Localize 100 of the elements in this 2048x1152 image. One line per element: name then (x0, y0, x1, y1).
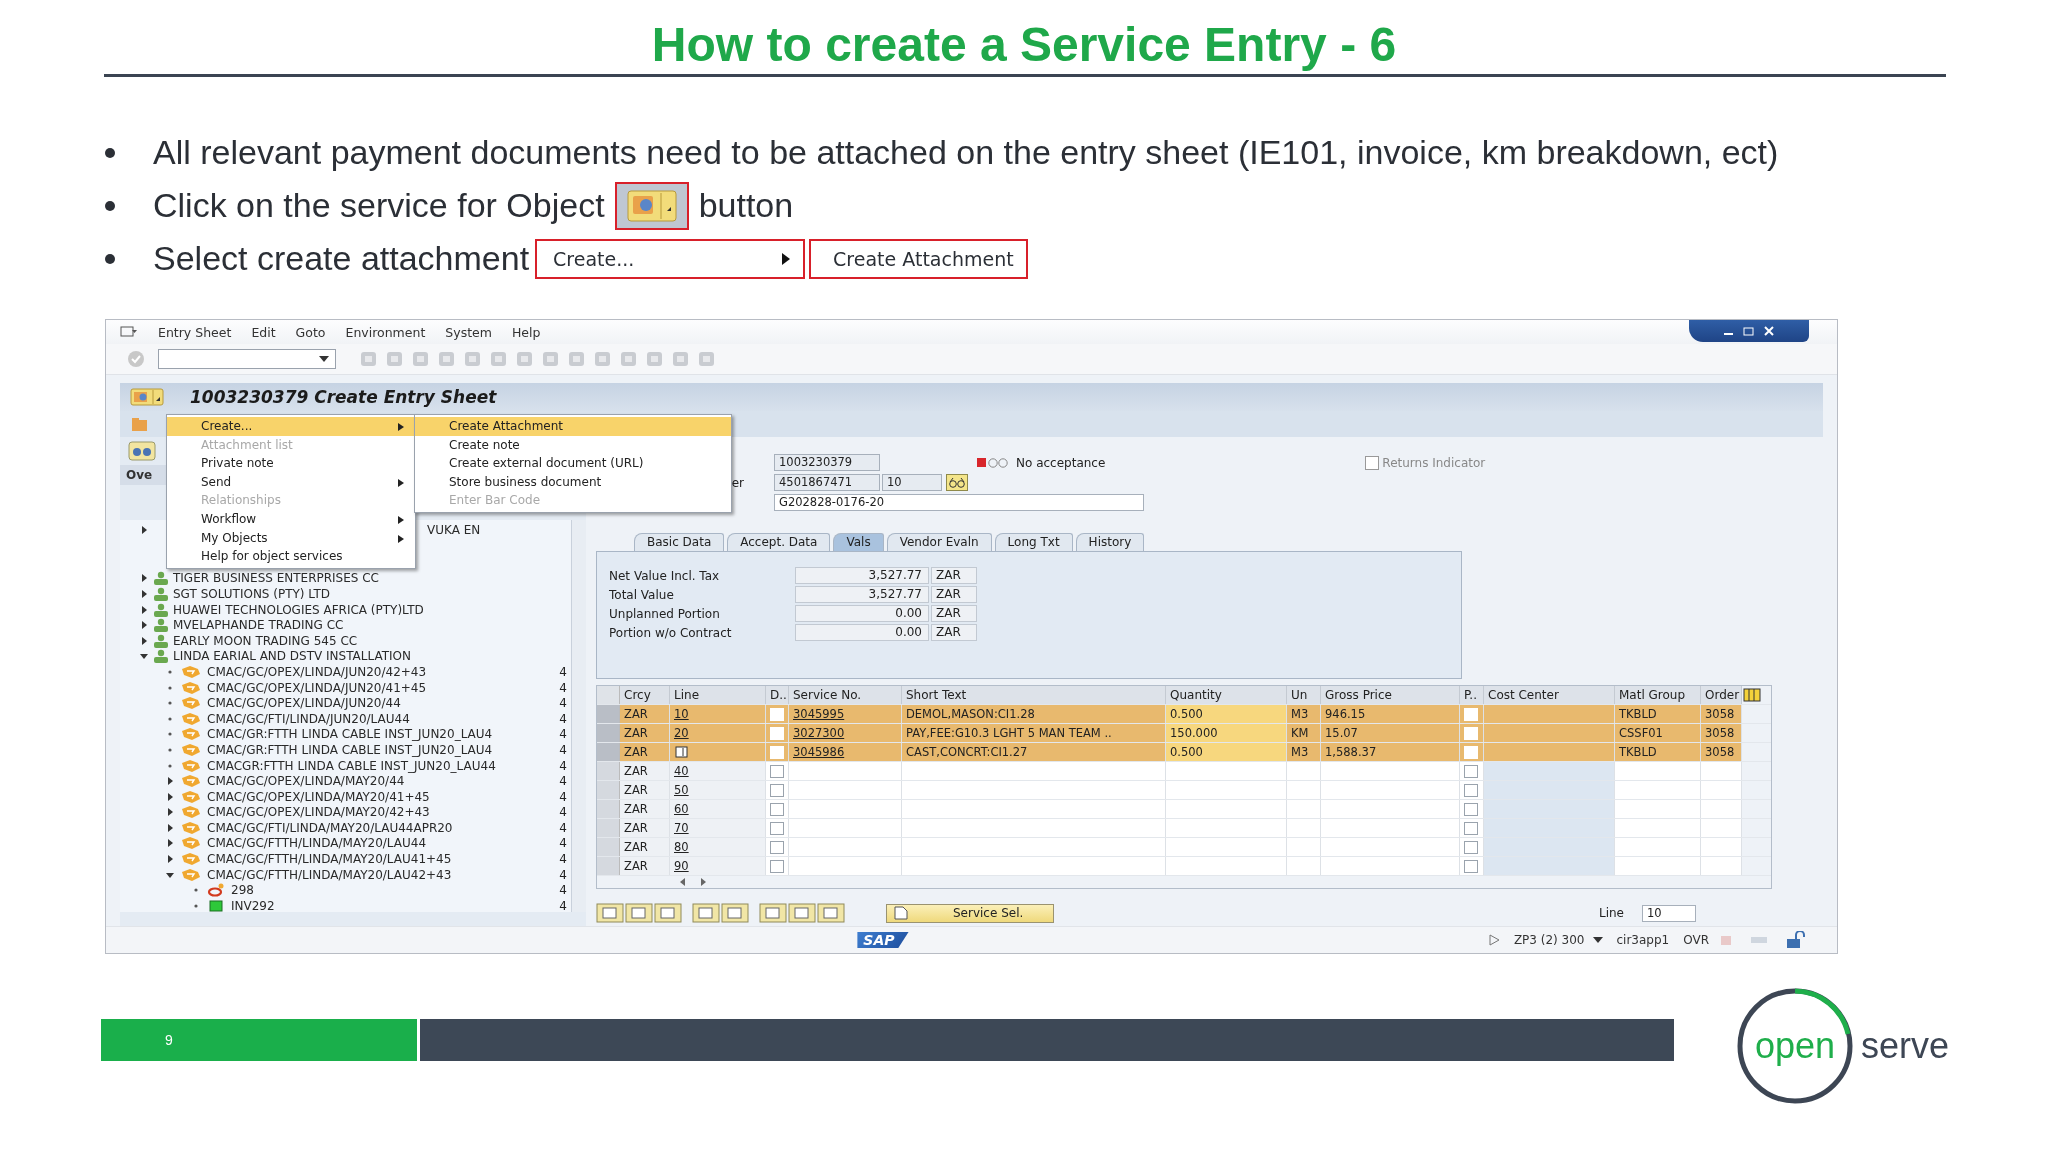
menu-item[interactable]: Edit (251, 324, 276, 340)
binoculars-icon[interactable] (128, 441, 156, 461)
table-tool-icon[interactable] (817, 903, 845, 923)
row-selector[interactable] (597, 781, 620, 799)
menu-item[interactable]: My Objects (167, 528, 415, 548)
menu-item[interactable]: System (445, 324, 492, 340)
tree-item[interactable]: CMAC/GC/FTTH/LINDA/MAY20/LAU42+43 (207, 867, 452, 882)
row-selector[interactable] (597, 838, 620, 856)
tree-item[interactable]: CMAC/GC/OPEX/LINDA/MAY20/44 (207, 774, 405, 789)
tree-item[interactable]: MVELAPHANDE TRADING CC (173, 618, 344, 633)
column-header[interactable]: Line (670, 686, 766, 704)
expand-arrow-icon[interactable] (165, 838, 175, 849)
tree-item[interactable]: EARLY MOON TRADING 545 CC (173, 633, 358, 648)
purchase-order-field[interactable]: 4501867471 (774, 474, 880, 491)
row-checkbox[interactable] (1464, 859, 1478, 873)
row-checkbox[interactable] (770, 802, 784, 816)
row-checkbox[interactable] (1464, 821, 1478, 835)
menu-item[interactable]: Create external document (URL) (415, 454, 731, 473)
returns-checkbox[interactable] (1365, 455, 1380, 470)
column-header[interactable]: Service No. (789, 686, 902, 704)
expand-arrow-icon[interactable] (165, 807, 175, 818)
window-menu-icon[interactable] (120, 325, 138, 339)
expand-arrow-icon[interactable] (165, 854, 175, 865)
row-selector[interactable] (597, 762, 620, 780)
column-header[interactable]: Quantity (1166, 686, 1287, 704)
tree-item[interactable]: CMAC/GC/OPEX/LINDA/MAY20/41+45 (207, 789, 430, 804)
menu-item[interactable]: Create note (415, 435, 731, 455)
tree-item[interactable]: CMAC/GC/OPEX/LINDA/MAY20/42+43 (207, 805, 430, 820)
expand-arrow-icon[interactable] (139, 589, 149, 599)
row-checkbox[interactable] (770, 840, 784, 854)
row-checkbox[interactable] (1464, 764, 1478, 778)
table-tool-icon[interactable] (692, 903, 720, 923)
menu-item[interactable]: Goto (295, 324, 326, 340)
column-settings-icon[interactable] (1742, 687, 1762, 703)
tree-item[interactable]: CMAC/GC/OPEX/LINDA/JUN20/44 (207, 696, 401, 711)
tree-item[interactable]: CMAC/GC/FTTH/LINDA/MAY20/LAU44 (207, 836, 427, 851)
table-tool-icon[interactable] (721, 903, 749, 923)
menu-item[interactable]: Workflow (167, 509, 415, 529)
table-tool-icon[interactable] (596, 903, 624, 923)
row-checkbox[interactable] (770, 783, 784, 797)
row-selector[interactable] (597, 857, 620, 875)
scrollbar[interactable] (571, 520, 586, 912)
tree-item[interactable]: SGT SOLUTIONS (PTY) LTD (173, 587, 330, 601)
tree-item[interactable]: INV292 (231, 898, 275, 913)
row-checkbox[interactable] (770, 859, 784, 873)
glasses-icon[interactable] (946, 474, 968, 491)
expand-arrow-icon[interactable] (139, 635, 149, 646)
menu-item[interactable]: Help for object services (167, 547, 415, 566)
tree-item[interactable]: LINDA EARIAL AND DSTV INSTALLATION (173, 649, 412, 664)
tree-item[interactable]: CMAC/GC/FTI/LINDA/JUN20/LAU44 (207, 711, 410, 726)
expand-arrow-icon[interactable] (165, 776, 175, 787)
expand-arrow-icon[interactable] (165, 822, 175, 833)
column-header[interactable]: Gross Price (1321, 686, 1460, 704)
row-checkbox[interactable] (770, 821, 784, 835)
column-header[interactable]: Matl Group (1615, 686, 1701, 704)
overview-tab[interactable]: Ove (120, 465, 166, 485)
row-selector[interactable] (597, 800, 620, 818)
row-checkbox[interactable] (1464, 783, 1478, 797)
dropdown-icon[interactable] (1592, 936, 1603, 944)
expand-arrow-icon[interactable] (165, 791, 175, 802)
tree-item[interactable]: TIGER BUSINESS ENTERPRISES CC (173, 571, 379, 586)
tree-item[interactable]: CMAC/GC/OPEX/LINDA/JUN20/41+45 (207, 680, 427, 695)
tab[interactable]: Basic Data (634, 533, 725, 551)
row-selector[interactable] (597, 819, 620, 837)
menu-item[interactable]: Private note (167, 454, 415, 473)
lock-icon[interactable] (1785, 931, 1807, 949)
menu-item[interactable]: Store business document (415, 472, 731, 492)
column-header[interactable]: Short Text (902, 686, 1166, 704)
column-header[interactable]: Cost Center (1484, 686, 1615, 704)
tree-item[interactable]: CMACGR:FTTH LINDA CABLE INST_JUN20_LAU44 (207, 758, 496, 773)
enter-check-icon[interactable] (126, 349, 146, 369)
edit-cursor-icon[interactable] (674, 745, 690, 759)
table-tool-icon[interactable] (654, 903, 682, 923)
tree-item[interactable]: CMAC/GC/OPEX/LINDA/JUN20/42+43 (207, 664, 427, 679)
expand-arrow-icon[interactable] (139, 524, 149, 535)
restore-icon[interactable] (1742, 325, 1756, 337)
menu-item[interactable]: Entry Sheet (158, 324, 232, 340)
play-icon[interactable] (1487, 933, 1500, 947)
tab[interactable]: Long Txt (994, 533, 1073, 551)
row-checkbox[interactable] (1464, 840, 1478, 854)
menu-item[interactable]: Create... (167, 417, 415, 436)
entry-sheet-field[interactable]: 1003230379 (774, 454, 880, 471)
folder-icon[interactable] (130, 415, 150, 433)
dropdown-icon[interactable] (319, 356, 329, 362)
tree-item[interactable]: HUAWEI TECHNOLOGIES AFRICA (PTY)LTD (173, 602, 424, 617)
table-tool-icon[interactable] (759, 903, 787, 923)
tree-item[interactable]: CMAC/GC/FTTH/LINDA/MAY20/LAU41+45 (207, 852, 452, 867)
tab[interactable]: Vals (833, 533, 884, 551)
table-tool-icon[interactable] (788, 903, 816, 923)
tab[interactable]: Accept. Data (727, 533, 831, 551)
object-services-button[interactable] (130, 388, 164, 406)
row-checkbox[interactable] (770, 764, 784, 778)
tab[interactable]: Vendor Evaln (886, 533, 992, 551)
expand-arrow-icon[interactable] (139, 620, 149, 631)
short-text-field[interactable]: G202828-0176-20 (774, 494, 1144, 511)
menu-item[interactable]: Send (167, 472, 415, 492)
menu-item[interactable]: Help (511, 324, 541, 340)
column-header[interactable]: Crcy (620, 686, 670, 704)
tab[interactable]: History (1075, 533, 1145, 551)
service-selection-button[interactable]: Service Sel. (886, 903, 1054, 923)
